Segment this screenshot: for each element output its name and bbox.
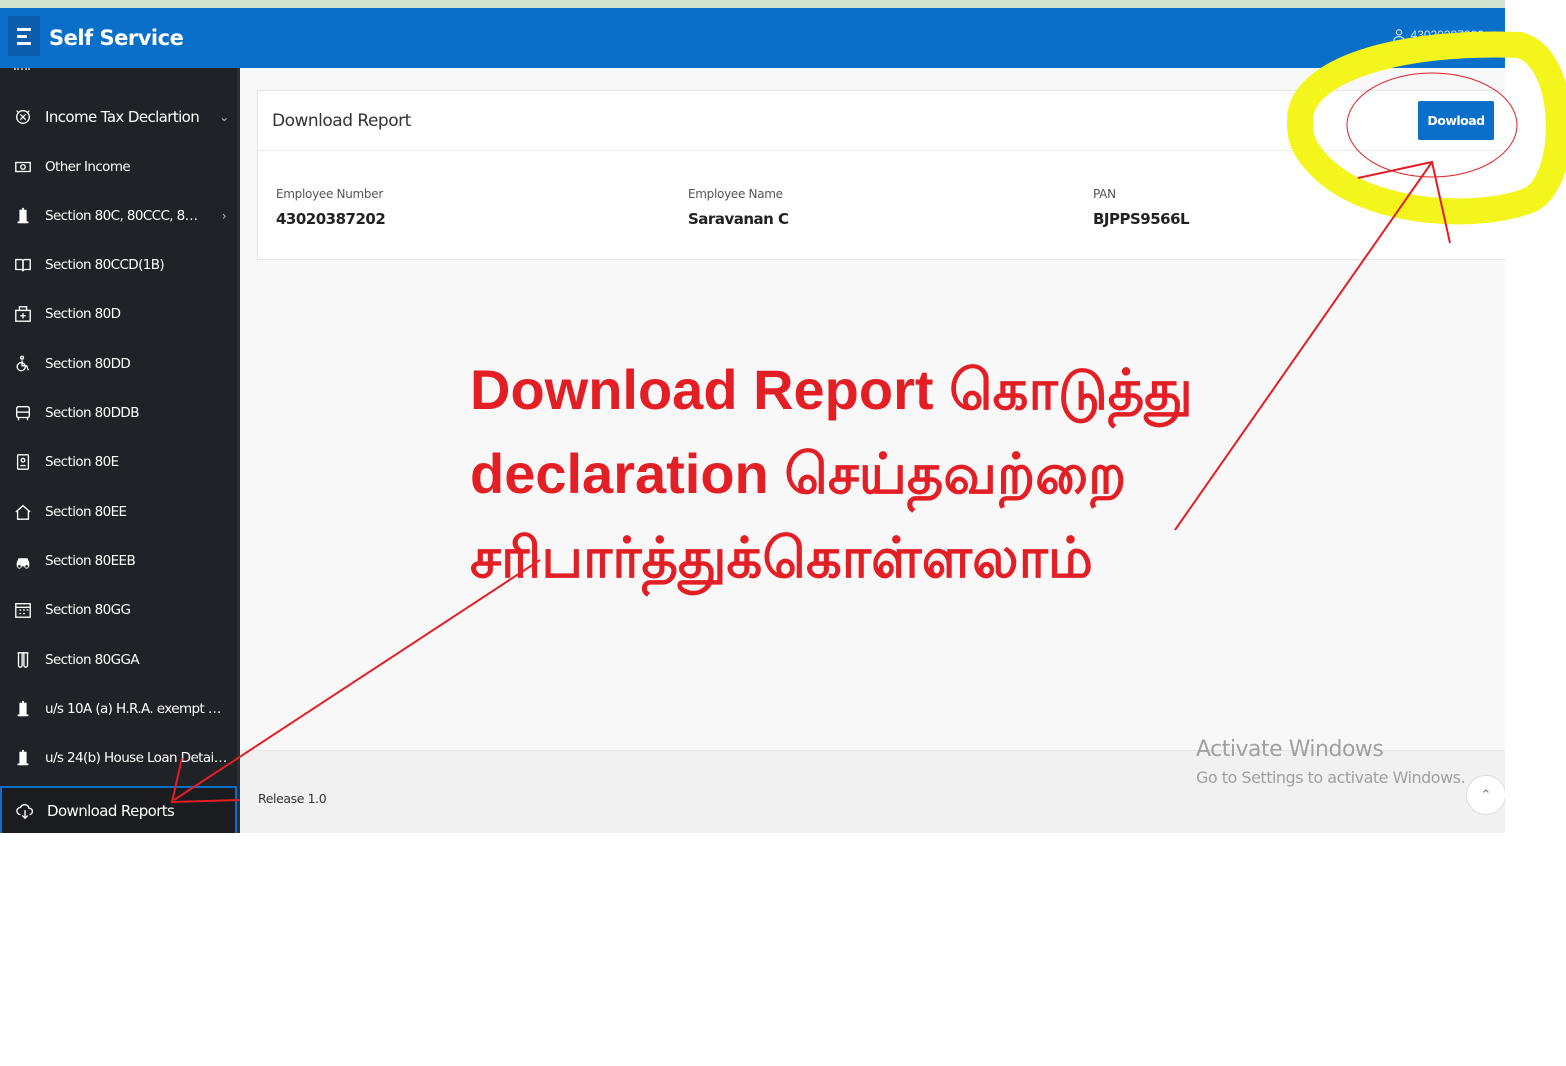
user-menu[interactable]: 43020387202 ⌄ [1392, 28, 1499, 42]
sidebar-item-section-80ccd1b[interactable]: Section 80CCD(1B) [0, 240, 237, 289]
user-id: 43020387202 [1410, 28, 1484, 42]
sidebar-item-label: Section 80EEB [45, 552, 136, 569]
field-value: Saravanan C [688, 210, 789, 228]
sidebar-item-income-tax-declaration[interactable]: Income Tax Declartion ⌄ [0, 92, 237, 141]
sidebar-item-label: Section 80DDB [45, 404, 139, 421]
activate-title: Activate Windows [1196, 737, 1384, 762]
sidebar-item-label: Section 80C, 80CCC, 80CC... [45, 207, 211, 224]
menu-toggle-button[interactable] [8, 16, 40, 56]
sidebar-item-label: Section 80GGA [45, 651, 140, 668]
field-label: PAN [1093, 187, 1116, 201]
field-value: BJPPS9566L [1093, 210, 1190, 228]
sidebar-item-section-80e[interactable]: Section 80E [0, 437, 237, 486]
download-report-card: Download Report Dowload Employee Number … [257, 90, 1505, 260]
test-tubes-icon [17, 651, 28, 668]
chevron-down-icon: ⌄ [1488, 28, 1499, 42]
app-header: Self Service 43020387202 ⌄ [0, 8, 1505, 68]
user-icon [1392, 29, 1405, 42]
sidebar-item-label: Income Tax Declartion [45, 107, 200, 126]
sidebar-item-label: u/s 10A (a) H.R.A. exempt u/s.10(... [45, 700, 237, 717]
sidebar-item-label: Section 80CCD(1B) [45, 256, 165, 273]
menu-icon [17, 27, 31, 31]
sidebar-item-section-80gg[interactable]: Section 80GG [0, 585, 237, 634]
sidebar-item-download-reports[interactable]: Download Reports [0, 786, 237, 833]
sidebar-item-label: Other Income [45, 158, 131, 175]
sidebar-item-section-80dd[interactable]: Section 80DD [0, 339, 237, 388]
sidebar-item-us24b-house-loan[interactable]: u/s 24(b) House Loan Details (Int... [0, 733, 237, 782]
sidebar-item-section-80ddb[interactable]: Section 80DDB [0, 388, 237, 437]
download-button[interactable]: Dowload [1418, 101, 1494, 140]
building-icon [17, 749, 28, 765]
chevron-down-icon: ⌄ [219, 109, 229, 124]
sidebar-item-label: Section 80EE [45, 503, 127, 520]
sidebar-item-label: Section 80GG [45, 601, 131, 618]
scroll-to-top-button[interactable]: ⌃ [1466, 775, 1505, 815]
bus-icon [15, 405, 30, 420]
sidebar: Income Tax Declartion ⌄ Other Income Sec… [0, 68, 240, 833]
top-strip [0, 0, 1505, 8]
sidebar-scroll-stub [14, 68, 30, 71]
chevron-right-icon: › [221, 208, 227, 223]
sidebar-item-section-80d[interactable]: Section 80D [0, 289, 237, 338]
annotation-line: Download Report கொடுத்து [470, 358, 1193, 421]
sidebar-item-us10a-hra[interactable]: u/s 10A (a) H.R.A. exempt u/s.10(... [0, 684, 237, 733]
annotation-text: Download Report கொடுத்து declaration செய… [470, 348, 1370, 600]
pan-field: PAN BJPPS9566L [1093, 187, 1190, 228]
page-footer: Release 1.0 Activate Windows Go to Setti… [240, 737, 1505, 833]
sidebar-item-section-80eeb[interactable]: Section 80EEB [0, 536, 237, 585]
wheelchair-icon [15, 355, 29, 371]
sidebar-item-label: Section 80D [45, 305, 121, 322]
card-divider [258, 150, 1505, 151]
id-card-icon [16, 453, 29, 470]
sidebar-item-label: Section 80DD [45, 355, 131, 372]
activate-subtitle: Go to Settings to activate Windows. [1196, 768, 1466, 787]
building-icon [17, 207, 28, 223]
money-icon [14, 161, 31, 172]
field-label: Employee Number [276, 187, 383, 201]
app-title: Self Service [49, 26, 184, 50]
annotation-line: சரிபார்த்துக்கொள்ளலாம் [470, 526, 1093, 589]
activate-windows-watermark: Activate Windows Go to Settings to activ… [1196, 737, 1466, 787]
tax-icon [15, 109, 30, 124]
book-icon [14, 258, 31, 271]
home-icon [14, 504, 31, 520]
sidebar-item-label: u/s 24(b) House Loan Details (Int... [45, 749, 237, 766]
release-version: Release 1.0 [258, 791, 327, 806]
field-value: 43020387202 [276, 210, 386, 228]
hospital-icon [14, 305, 31, 322]
sidebar-item-section-80gga[interactable]: Section 80GGA [0, 635, 237, 684]
annotation-line: declaration செய்தவற்றை [470, 442, 1127, 505]
calendar-icon [14, 602, 31, 618]
sidebar-item-label: Section 80E [45, 453, 119, 470]
card-title: Download Report [272, 111, 411, 131]
employee-number-field: Employee Number 43020387202 [276, 187, 386, 228]
sidebar-item-label: Download Reports [47, 801, 175, 820]
car-icon [16, 557, 29, 569]
chevron-up-icon: ⌃ [1480, 787, 1492, 802]
sidebar-item-section-80c[interactable]: Section 80C, 80CCC, 80CC... › [0, 191, 237, 240]
building-icon [17, 700, 28, 716]
field-label: Employee Name [688, 187, 783, 201]
sidebar-item-section-80ee[interactable]: Section 80EE [0, 487, 237, 536]
employee-name-field: Employee Name Saravanan C [688, 187, 789, 228]
sidebar-item-other-income[interactable]: Other Income [0, 142, 237, 191]
cloud-download-icon [15, 803, 33, 819]
